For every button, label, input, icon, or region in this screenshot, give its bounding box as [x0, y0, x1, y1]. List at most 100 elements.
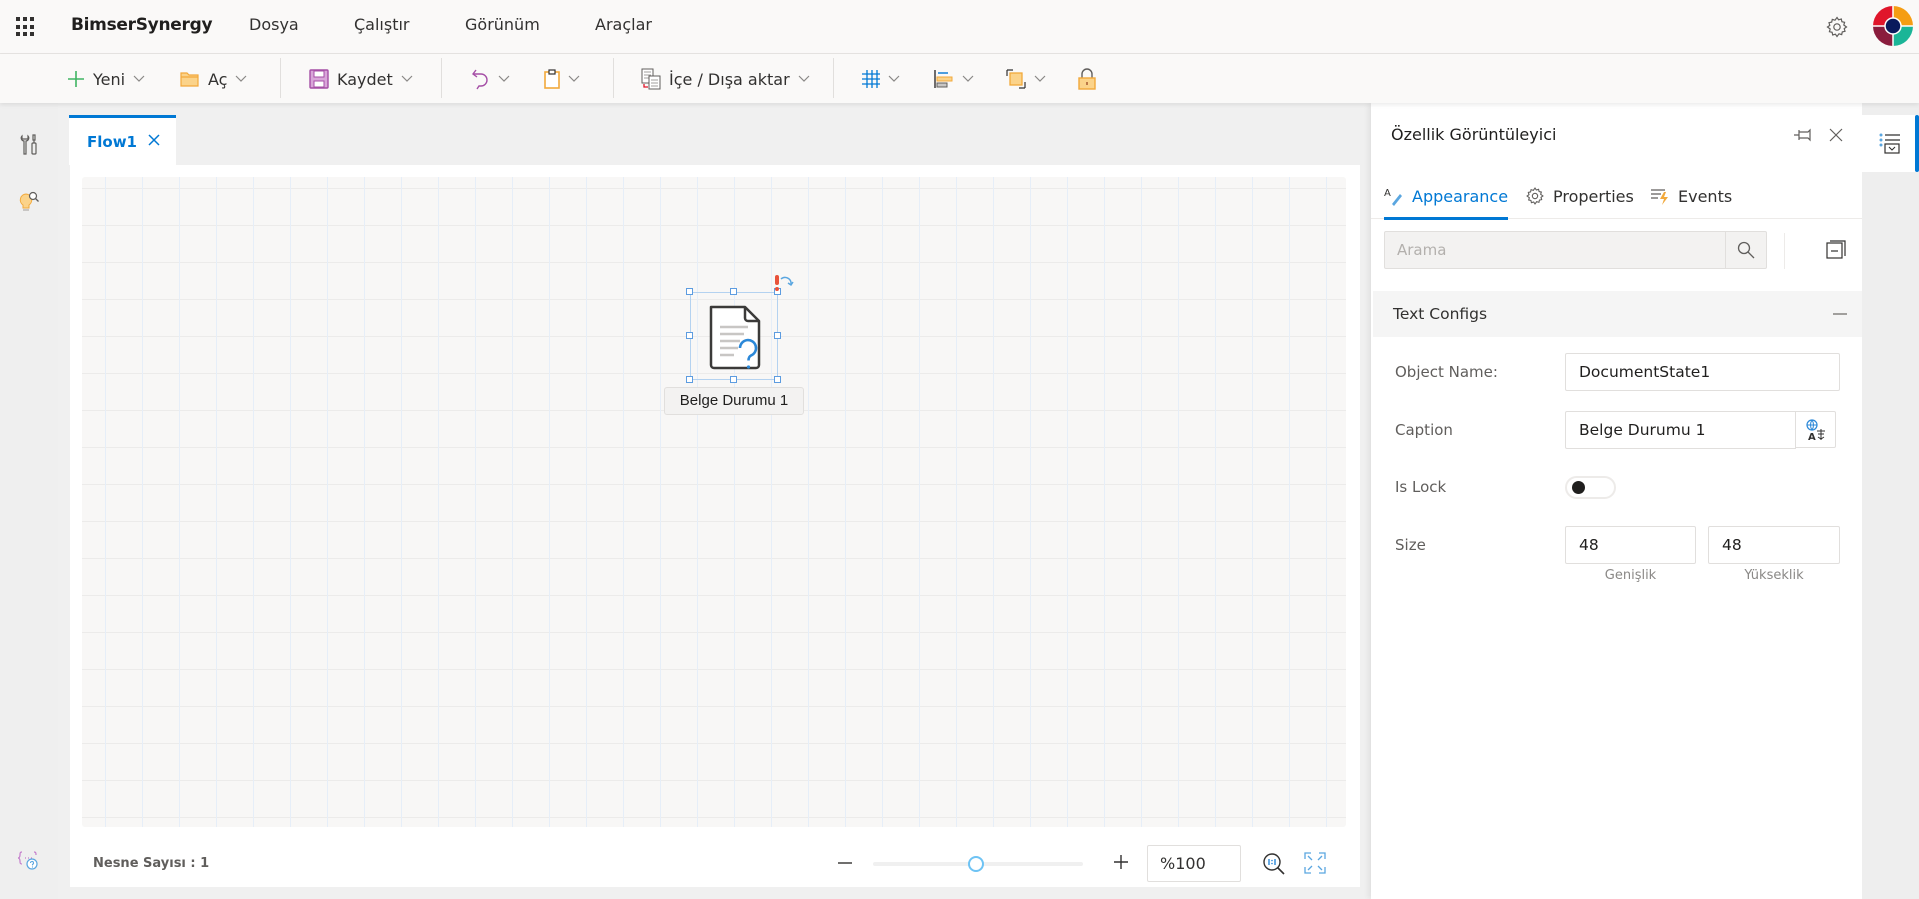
close-tab-icon[interactable] [147, 133, 161, 147]
grid-button[interactable] [862, 64, 900, 94]
zoom-slider[interactable] [873, 856, 1083, 872]
menu-dosya[interactable]: Dosya [249, 15, 299, 34]
fit-to-screen-icon[interactable] [1304, 852, 1326, 874]
undo-icon [472, 69, 488, 90]
toolbar-divider [280, 58, 281, 98]
gear-icon[interactable] [1825, 15, 1849, 39]
translate-icon: A [1805, 418, 1825, 441]
arrange-button[interactable] [1006, 64, 1046, 94]
chevron-down-icon [888, 75, 900, 82]
height-sublabel: Yükseklik [1744, 568, 1804, 583]
save-button[interactable]: Kaydet [309, 64, 413, 94]
resize-handle[interactable] [774, 376, 781, 383]
toolbar-divider [833, 58, 834, 98]
open-label: Aç [208, 69, 228, 89]
chevron-down-icon [401, 75, 413, 82]
canvas-footer: Nesne Sayısı : 1 [80, 840, 1350, 887]
align-button[interactable] [934, 64, 974, 94]
folder-icon [180, 72, 199, 87]
search-input[interactable] [1385, 232, 1725, 268]
toggle-knob [1572, 481, 1585, 494]
toolbar-divider [613, 58, 614, 98]
active-indicator [1915, 115, 1919, 172]
tab-label: Properties [1553, 186, 1634, 206]
tab-properties[interactable]: Properties [1525, 173, 1634, 219]
pin-icon[interactable] [1793, 127, 1813, 143]
property-search [1384, 231, 1767, 269]
svg-text:A: A [1384, 188, 1391, 199]
design-canvas[interactable] [82, 177, 1346, 827]
import-export-icon [641, 68, 661, 90]
top-header: BimserSynergy Dosya Çalıştır Görünüm Ara… [0, 0, 1919, 54]
height-input[interactable] [1708, 526, 1840, 564]
resize-handle[interactable] [686, 376, 693, 383]
collapse-all-icon[interactable] [1826, 240, 1846, 260]
section-text-configs[interactable]: Text Configs [1373, 291, 1862, 337]
zoom-slider-thumb[interactable] [967, 856, 984, 872]
tab-label: Events [1678, 186, 1733, 206]
property-viewer-toggle[interactable] [1862, 115, 1919, 172]
menu-gorunum[interactable]: Görünüm [465, 15, 540, 34]
zoom-level-input[interactable] [1147, 845, 1241, 882]
idea-search-icon[interactable] [17, 189, 41, 213]
import-export-button[interactable]: İçe / Dışa aktar [641, 64, 810, 94]
open-button[interactable]: Aç [180, 64, 247, 94]
tab-flow1[interactable]: Flow1 [69, 115, 176, 165]
align-left-icon [934, 70, 953, 88]
collapse-icon[interactable] [1833, 313, 1847, 315]
tab-appearance[interactable]: A Appearance [1384, 173, 1509, 220]
property-tabs: A Appearance Properties Events [1371, 173, 1862, 220]
is-lock-toggle[interactable] [1565, 476, 1616, 499]
object-name-input[interactable] [1565, 353, 1840, 391]
close-icon[interactable] [1828, 127, 1844, 143]
right-rail [1862, 103, 1919, 899]
toolbar-divider [441, 58, 442, 98]
paste-button[interactable] [544, 64, 580, 94]
waffle-icon[interactable] [16, 17, 36, 37]
divider [1784, 233, 1785, 269]
chevron-down-icon [798, 75, 810, 82]
document-state-node[interactable] [686, 288, 781, 383]
caption-input[interactable] [1565, 411, 1796, 449]
variables-help-icon[interactable] [17, 849, 41, 873]
plus-icon [68, 71, 84, 87]
node-caption[interactable]: Belge Durumu 1 [664, 387, 804, 415]
is-lock-label: Is Lock [1395, 478, 1447, 496]
menu-calistir[interactable]: Çalıştır [354, 15, 410, 34]
object-name-label: Object Name: [1395, 363, 1498, 381]
chevron-down-icon [568, 75, 580, 82]
resize-handle[interactable] [774, 332, 781, 339]
tab-label: Flow1 [87, 132, 137, 151]
resize-handle[interactable] [686, 332, 693, 339]
event-bolt-icon [1651, 189, 1668, 205]
chevron-down-icon [1034, 75, 1046, 82]
menu-araclar[interactable]: Araçlar [595, 15, 652, 34]
width-input[interactable] [1565, 526, 1696, 564]
chevron-down-icon [962, 75, 974, 82]
tab-events[interactable]: Events [1650, 173, 1732, 219]
translate-button[interactable]: A [1795, 411, 1836, 448]
zoom-actual-size-icon[interactable] [1262, 852, 1286, 876]
new-button[interactable]: Yeni [67, 64, 145, 94]
search-button[interactable] [1725, 232, 1766, 268]
svg-text:A: A [1808, 432, 1816, 441]
caption-label: Caption [1395, 421, 1453, 439]
chevron-down-icon [133, 75, 145, 82]
undo-button[interactable] [472, 64, 510, 94]
zoom-out-icon[interactable] [835, 853, 855, 873]
panel-title: Özellik Görüntüleyici [1391, 125, 1557, 144]
resize-handle[interactable] [730, 288, 737, 295]
zoom-in-icon[interactable] [1111, 852, 1131, 872]
property-list-icon [1879, 133, 1900, 154]
grid-icon [862, 70, 880, 88]
resize-handle[interactable] [730, 376, 737, 383]
bimser-logo[interactable] [1873, 6, 1913, 46]
tools-icon[interactable] [17, 133, 41, 157]
gear-icon [1526, 187, 1544, 205]
section-title: Text Configs [1393, 305, 1488, 323]
toolbar: Yeni Aç Kaydet İçe / Dışa aktar [0, 54, 1919, 103]
resize-handle[interactable] [686, 288, 693, 295]
object-count: Nesne Sayısı : 1 [93, 856, 210, 871]
rotate-icon[interactable] [773, 274, 797, 294]
lock-button[interactable] [1078, 64, 1096, 94]
